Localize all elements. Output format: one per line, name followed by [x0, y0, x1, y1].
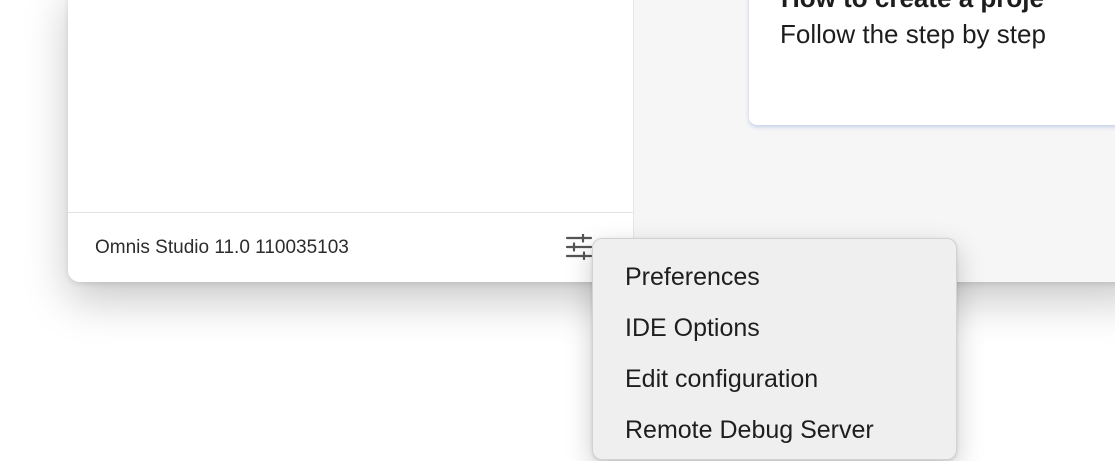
- tutorial-card[interactable]: How to create a proje Follow the step by…: [749, 0, 1115, 125]
- app-window: Omnis Studio 11.0 110035103 Follow the s…: [68, 0, 1115, 282]
- menu-item-preferences[interactable]: Preferences: [593, 256, 956, 307]
- left-pane: Omnis Studio 11.0 110035103: [68, 0, 633, 282]
- card-description: Follow the step by step: [780, 19, 1046, 49]
- sliders-icon: [565, 234, 593, 260]
- settings-menu-button[interactable]: [562, 232, 596, 262]
- screen: Omnis Studio 11.0 110035103 Follow the s…: [0, 0, 1115, 461]
- card-title: How to create a proje: [781, 0, 1044, 14]
- settings-context-menu: Preferences IDE Options Edit configurati…: [592, 238, 957, 460]
- menu-item-ide-options[interactable]: IDE Options: [593, 307, 956, 358]
- status-footer: Omnis Studio 11.0 110035103: [68, 212, 633, 282]
- version-label: Omnis Studio 11.0 110035103: [95, 237, 349, 258]
- menu-item-remote-debug-server[interactable]: Remote Debug Server: [593, 409, 956, 460]
- menu-item-edit-configuration[interactable]: Edit configuration: [593, 358, 956, 409]
